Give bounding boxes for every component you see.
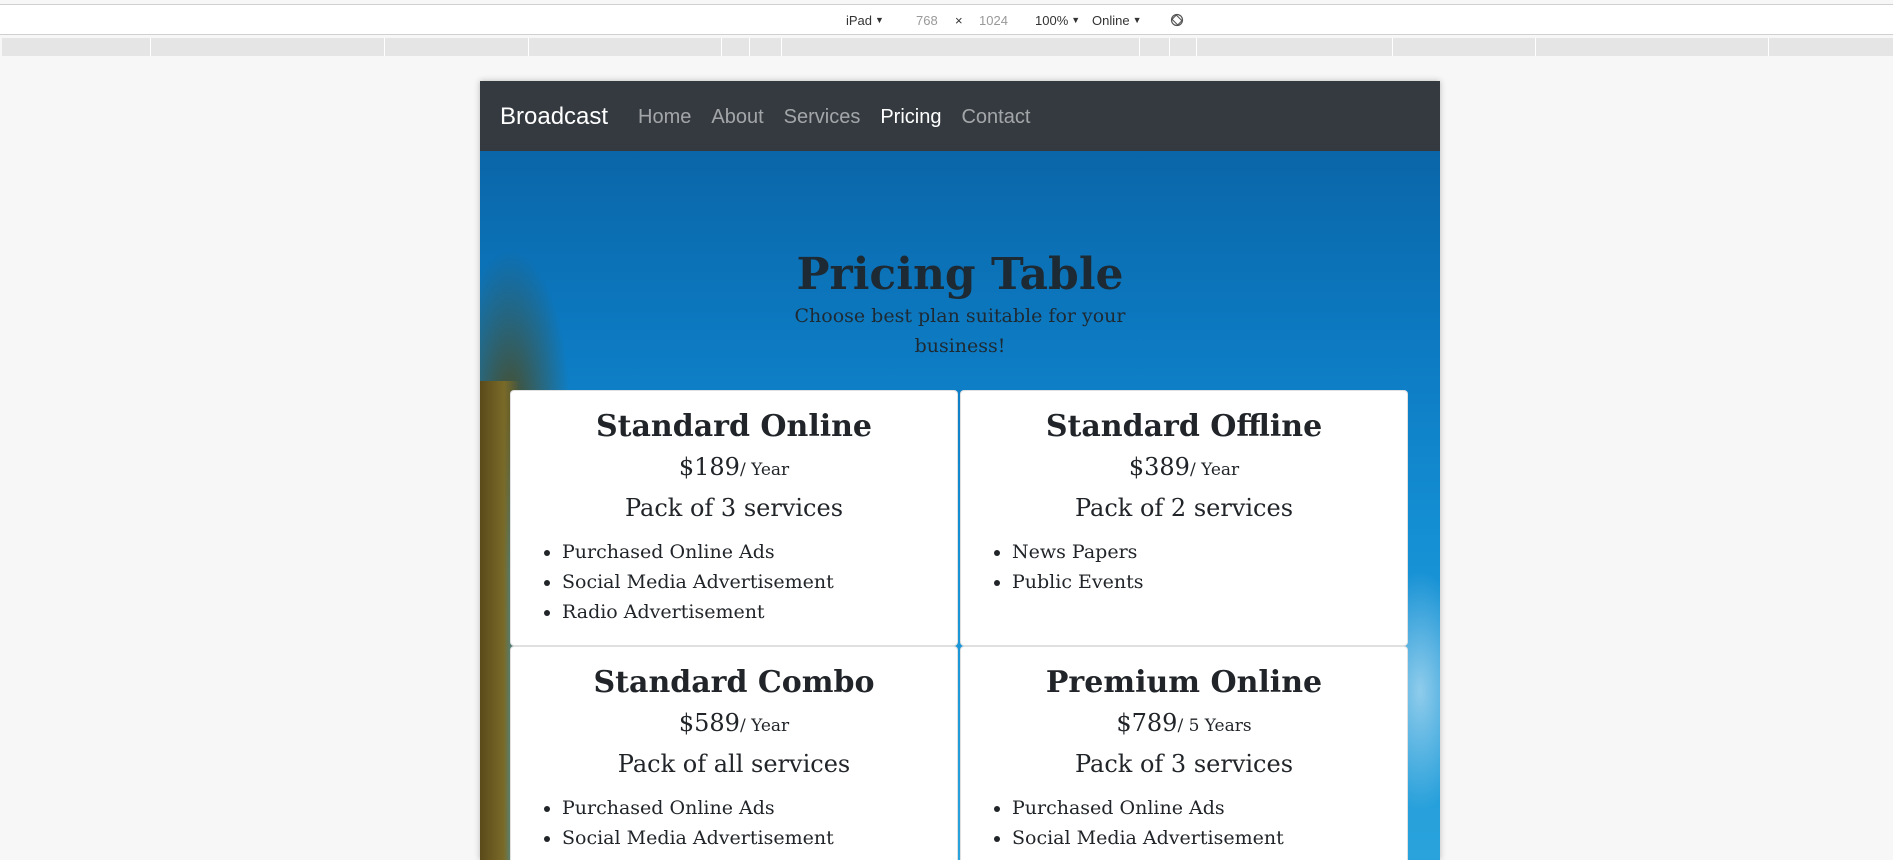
zoom-select-label: 100% bbox=[1035, 13, 1069, 28]
dimension-separator: × bbox=[955, 13, 963, 28]
navbar: Broadcast Home About Services Pricing Co… bbox=[480, 81, 1440, 151]
device-width-input[interactable]: 768 bbox=[916, 13, 938, 28]
page-subtitle: Choose best plan suitable for your busin… bbox=[794, 305, 1126, 357]
network-select-label: Online bbox=[1092, 13, 1130, 28]
media-query-bar[interactable] bbox=[2, 38, 1893, 56]
media-query-segment[interactable] bbox=[150, 38, 151, 56]
plan-name: Standard Offline bbox=[1045, 409, 1323, 444]
feature-list: Purchased Online Ads Social Media Advert… bbox=[511, 793, 834, 853]
pricing-card-standard-combo: Standard Combo $589/ Year Pack of all se… bbox=[510, 646, 958, 860]
feature-list: Purchased Online Ads Social Media Advert… bbox=[511, 537, 834, 627]
plan-name: Standard Online bbox=[595, 409, 873, 444]
price-period: / Year bbox=[1189, 460, 1240, 480]
pricing-card-premium-online: Premium Online $789/ 5 Years Pack of 3 s… bbox=[960, 646, 1408, 860]
price-period: / 5 Years bbox=[1177, 716, 1252, 736]
media-query-segment[interactable] bbox=[721, 38, 722, 56]
media-query-segment[interactable] bbox=[1768, 38, 1769, 56]
feature-item: Social Media Advertisement bbox=[1012, 823, 1284, 853]
nav-link-about[interactable]: About bbox=[711, 106, 763, 129]
price-amount: $789 bbox=[1116, 709, 1178, 737]
plan-price: $189/ Year bbox=[511, 453, 957, 481]
device-toolbar: iPad ▼ 768 × 1024 100% ▼ Online ▼ bbox=[0, 4, 1893, 35]
nav-link-home[interactable]: Home bbox=[638, 106, 691, 129]
nav-link-contact[interactable]: Contact bbox=[961, 106, 1030, 129]
media-query-segment[interactable] bbox=[1169, 38, 1170, 56]
media-query-segment[interactable] bbox=[1196, 38, 1197, 56]
media-query-segment[interactable] bbox=[1535, 38, 1536, 56]
plan-pack: Pack of 3 services bbox=[1074, 750, 1294, 778]
device-viewport: Broadcast Home About Services Pricing Co… bbox=[480, 81, 1440, 860]
media-query-segment[interactable] bbox=[384, 38, 385, 56]
plan-pack: Pack of 3 services bbox=[624, 494, 844, 522]
feature-list: News Papers Public Events bbox=[961, 537, 1144, 597]
feature-item: Social Media Advertisement bbox=[562, 823, 834, 853]
nav-link-pricing[interactable]: Pricing bbox=[880, 106, 941, 129]
media-query-segment[interactable] bbox=[1139, 38, 1140, 56]
feature-item: Purchased Online Ads bbox=[562, 793, 834, 823]
price-amount: $389 bbox=[1128, 453, 1190, 481]
device-select[interactable]: iPad ▼ bbox=[846, 13, 884, 28]
pricing-card-standard-online: Standard Online $189/ Year Pack of 3 ser… bbox=[510, 390, 958, 646]
price-period: / Year bbox=[739, 460, 790, 480]
network-select[interactable]: Online ▼ bbox=[1092, 13, 1142, 28]
pricing-card-standard-offline: Standard Offline $389/ Year Pack of 2 se… bbox=[960, 390, 1408, 646]
feature-item: Radio Advertisement bbox=[562, 597, 834, 627]
media-query-segment[interactable] bbox=[749, 38, 750, 56]
feature-item: Purchased Online Ads bbox=[562, 537, 834, 567]
brand-logo[interactable]: Broadcast bbox=[500, 103, 608, 131]
price-amount: $189 bbox=[678, 453, 740, 481]
caret-down-icon: ▼ bbox=[875, 15, 884, 25]
rotate-icon[interactable] bbox=[1170, 13, 1184, 27]
plan-price: $589/ Year bbox=[511, 709, 957, 737]
plan-name: Premium Online bbox=[1045, 665, 1323, 700]
feature-item: Social Media Advertisement bbox=[562, 567, 834, 597]
plan-pack: Pack of all services bbox=[617, 750, 851, 778]
caret-down-icon: ▼ bbox=[1132, 15, 1142, 25]
media-query-segment[interactable] bbox=[781, 38, 782, 56]
feature-list: Purchased Online Ads Social Media Advert… bbox=[961, 793, 1284, 853]
nav-links: Home About Services Pricing Contact bbox=[638, 106, 1050, 129]
page-title: Pricing Table bbox=[796, 249, 1124, 300]
zoom-select[interactable]: 100% ▼ bbox=[1035, 13, 1080, 28]
price-period: / Year bbox=[739, 716, 790, 736]
feature-item: Public Events bbox=[1012, 567, 1144, 597]
feature-item: News Papers bbox=[1012, 537, 1144, 567]
caret-down-icon: ▼ bbox=[1071, 15, 1081, 25]
media-query-segment[interactable] bbox=[1392, 38, 1393, 56]
plan-name: Standard Combo bbox=[593, 665, 875, 700]
plan-price: $789/ 5 Years bbox=[961, 709, 1407, 737]
feature-item: Purchased Online Ads bbox=[1012, 793, 1284, 823]
media-query-segment[interactable] bbox=[528, 38, 529, 56]
device-height-input[interactable]: 1024 bbox=[979, 13, 1008, 28]
device-select-label: iPad bbox=[846, 13, 873, 28]
price-amount: $589 bbox=[678, 709, 740, 737]
plan-pack: Pack of 2 services bbox=[1074, 494, 1294, 522]
nav-link-services[interactable]: Services bbox=[784, 106, 861, 129]
plan-price: $389/ Year bbox=[961, 453, 1407, 481]
